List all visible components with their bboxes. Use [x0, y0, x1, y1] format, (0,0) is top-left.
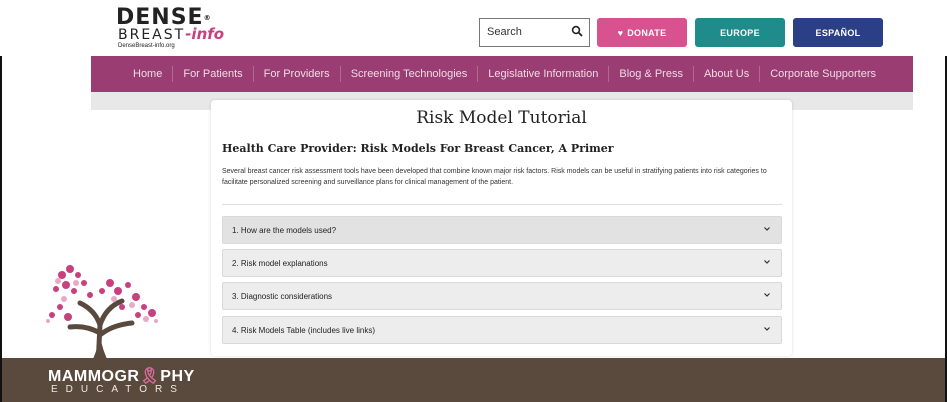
heart-icon: ♥: [617, 27, 624, 38]
accordion-label: 2. Risk model explanations: [232, 259, 328, 268]
site-logo[interactable]: DENSE® BREAST-info DenseBreast-info.org: [116, 7, 226, 52]
logo-breast: BREAST: [118, 27, 186, 43]
accordion-label: 1. How are the models used?: [232, 226, 337, 235]
accordion-label: 4. Risk Models Table (includes live link…: [232, 326, 376, 335]
page-title: Risk Model Tutorial: [416, 108, 587, 128]
content-card: Risk Model Tutorial Health Care Provider…: [211, 100, 792, 356]
logo-registered: ®: [203, 14, 212, 22]
chevron-down-icon[interactable]: [763, 258, 771, 266]
accordion-item-risk-models-table[interactable]: 4. Risk Models Table (includes live link…: [222, 316, 782, 344]
donate-button[interactable]: ♥ DONATE: [597, 18, 687, 47]
europe-button[interactable]: EUROPE: [695, 18, 785, 47]
nav-item-legislative-information[interactable]: Legislative Information: [478, 66, 610, 82]
nav-item-blog-press[interactable]: Blog & Press: [609, 66, 694, 82]
main-nav: Home For Patients For Providers Screenin…: [91, 56, 913, 92]
ribbon-icon: 🎗: [139, 368, 161, 385]
mammography-educators-logo: MAMMOGR🎗PHY: [48, 366, 195, 386]
europe-label: EUROPE: [720, 27, 760, 38]
chevron-down-icon[interactable]: [763, 325, 771, 333]
logo-url: DenseBreast-info.org: [118, 43, 175, 49]
brand-text-a: MAMMOGR: [48, 368, 140, 385]
donate-label: DONATE: [627, 27, 667, 38]
brand-text-b: PHY: [160, 368, 195, 385]
section-subtitle: Health Care Provider: Risk Models For Br…: [222, 142, 614, 155]
section-description: Several breast cancer risk assessment to…: [222, 168, 767, 186]
divider: [222, 204, 782, 205]
nav-item-home[interactable]: Home: [123, 66, 174, 82]
search-icon[interactable]: [571, 25, 583, 37]
accordion-item-diagnostic-considerations[interactable]: 3. Diagnostic considerations: [222, 282, 782, 310]
brand-subtitle: EDUCATORS: [51, 384, 185, 395]
espanol-button[interactable]: ESPAÑOL: [793, 18, 883, 47]
nav-item-for-patients[interactable]: For Patients: [173, 66, 254, 82]
search-input[interactable]: Search: [479, 18, 590, 47]
tree-illustration: [46, 265, 158, 365]
nav-item-for-providers[interactable]: For Providers: [254, 66, 341, 82]
footer-banner: MAMMOGR🎗PHY EDUCATORS: [2, 358, 945, 402]
espanol-label: ESPAÑOL: [815, 27, 861, 38]
nav-item-corporate-supporters[interactable]: Corporate Supporters: [760, 66, 886, 82]
accordion-item-how-models-used[interactable]: 1. How are the models used?: [222, 216, 782, 244]
nav-item-screening-technologies[interactable]: Screening Technologies: [341, 66, 479, 82]
chevron-down-icon[interactable]: [763, 291, 771, 299]
nav-item-about-us[interactable]: About Us: [694, 66, 761, 82]
chevron-down-icon[interactable]: [763, 225, 771, 233]
site-header: DENSE® BREAST-info DenseBreast-info.org …: [0, 0, 947, 56]
accordion-label: 3. Diagnostic considerations: [232, 292, 333, 301]
search-placeholder: Search: [487, 26, 522, 38]
accordion-item-risk-model-explanations[interactable]: 2. Risk model explanations: [222, 249, 782, 277]
logo-info: -info: [185, 25, 225, 43]
